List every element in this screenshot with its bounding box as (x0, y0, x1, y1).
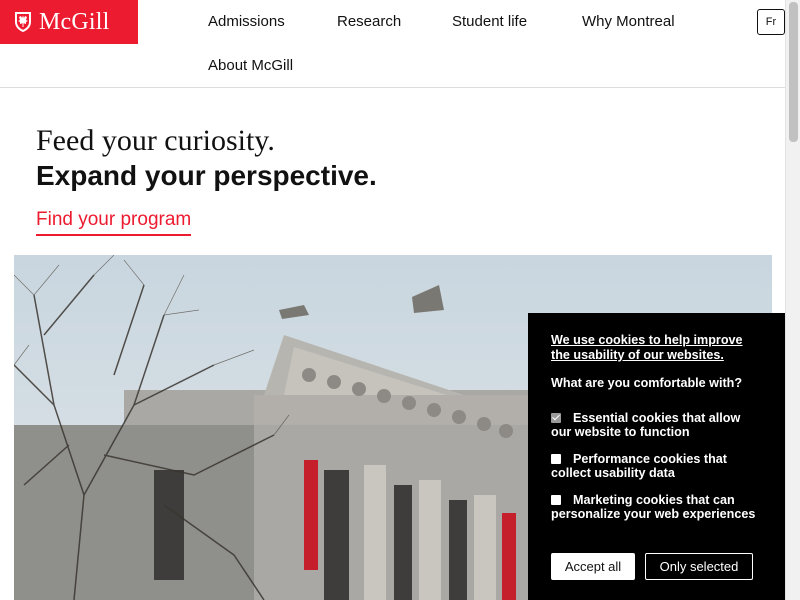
mcgill-crest-icon (15, 12, 31, 32)
only-selected-button[interactable]: Only selected (645, 553, 753, 580)
nav-why-montreal[interactable]: Why Montreal (582, 13, 675, 30)
nav-about-mcgill[interactable]: About McGill (208, 57, 293, 74)
cookie-option-performance[interactable]: Performance cookies that collect usabili… (551, 452, 763, 480)
nav-admissions[interactable]: Admissions (208, 13, 285, 30)
marketing-label: Marketing cookies that can personalize y… (551, 493, 756, 521)
page-scrollbar[interactable] (785, 0, 800, 600)
nav-student-life[interactable]: Student life (452, 13, 527, 30)
find-program-link[interactable]: Find your program (36, 209, 192, 236)
performance-label: Performance cookies that collect usabili… (551, 452, 727, 480)
nav-research[interactable]: Research (337, 13, 401, 30)
cookie-option-essential: Essential cookies that allow our website… (551, 411, 763, 439)
cookie-question: What are you comfortable with? (551, 376, 743, 390)
essential-checkbox (551, 413, 561, 423)
marketing-checkbox[interactable] (551, 495, 561, 505)
performance-checkbox[interactable] (551, 454, 561, 464)
cookie-option-marketing[interactable]: Marketing cookies that can personalize y… (551, 493, 763, 521)
scrollbar-thumb[interactable] (789, 2, 798, 142)
hero-tagline: Feed your curiosity. (36, 124, 275, 157)
cookie-consent-banner: We use cookies to help improve the usabi… (528, 313, 785, 600)
language-toggle-button[interactable]: Fr (757, 9, 785, 35)
logo-wordmark: McGill (39, 8, 110, 35)
essential-label: Essential cookies that allow our website… (551, 411, 741, 439)
cookie-buttons: Accept all Only selected (551, 553, 753, 580)
accept-all-button[interactable]: Accept all (551, 553, 635, 580)
mcgill-logo[interactable]: McGill (0, 0, 138, 44)
cookie-intro-link[interactable]: We use cookies to help improve the usabi… (551, 333, 763, 363)
site-header: McGill Admissions Research Student life … (0, 0, 785, 88)
hero-heading: Expand your perspective. (36, 160, 377, 191)
